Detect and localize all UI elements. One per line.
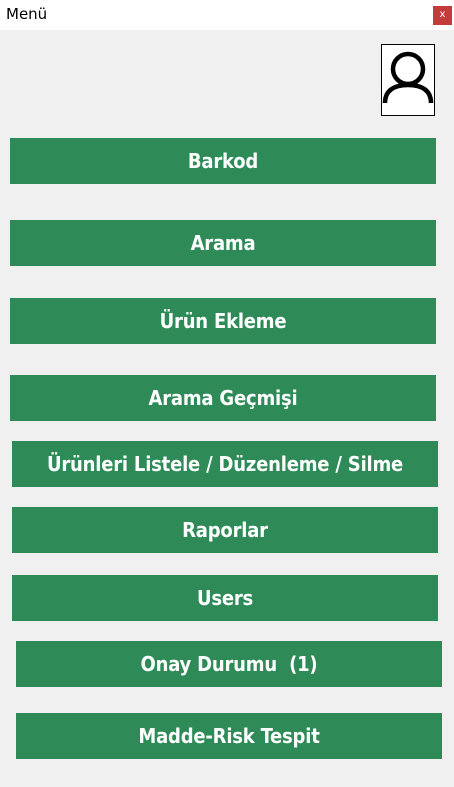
title-bar: Menü x <box>0 0 454 30</box>
arama-gecmisi-button-label: Arama Geçmişi <box>148 386 298 410</box>
onay-durumu-button-label: Onay Durumu (1) <box>140 652 318 676</box>
users-button-label: Users <box>196 586 254 610</box>
window-title: Menü <box>6 5 48 23</box>
raporlar-button[interactable]: Raporlar <box>12 507 438 553</box>
arama-button-label: Arama <box>190 231 256 255</box>
arama-button[interactable]: Arama <box>10 220 436 266</box>
users-button[interactable]: Users <box>12 575 438 621</box>
urunleri-listele-button[interactable]: Ürünleri Listele / Düzenleme / Silme <box>12 441 438 487</box>
arama-gecmisi-button[interactable]: Arama Geçmişi <box>10 375 436 421</box>
madde-risk-tespit-button[interactable]: Madde-Risk Tespit <box>16 713 442 759</box>
barkod-button[interactable]: Barkod <box>10 138 436 184</box>
onay-durumu-button[interactable]: Onay Durumu (1) <box>16 641 442 687</box>
raporlar-button-label: Raporlar <box>182 518 268 542</box>
barkod-button-label: Barkod <box>187 149 259 173</box>
user-icon <box>382 51 434 104</box>
urun-ekleme-button[interactable]: Ürün Ekleme <box>10 298 436 344</box>
close-button[interactable]: x <box>433 6 452 25</box>
urun-ekleme-button-label: Ürün Ekleme <box>159 309 287 333</box>
avatar[interactable] <box>381 44 435 116</box>
urunleri-listele-button-label: Ürünleri Listele / Düzenleme / Silme <box>46 452 404 476</box>
madde-risk-tespit-button-label: Madde-Risk Tespit <box>138 724 320 748</box>
